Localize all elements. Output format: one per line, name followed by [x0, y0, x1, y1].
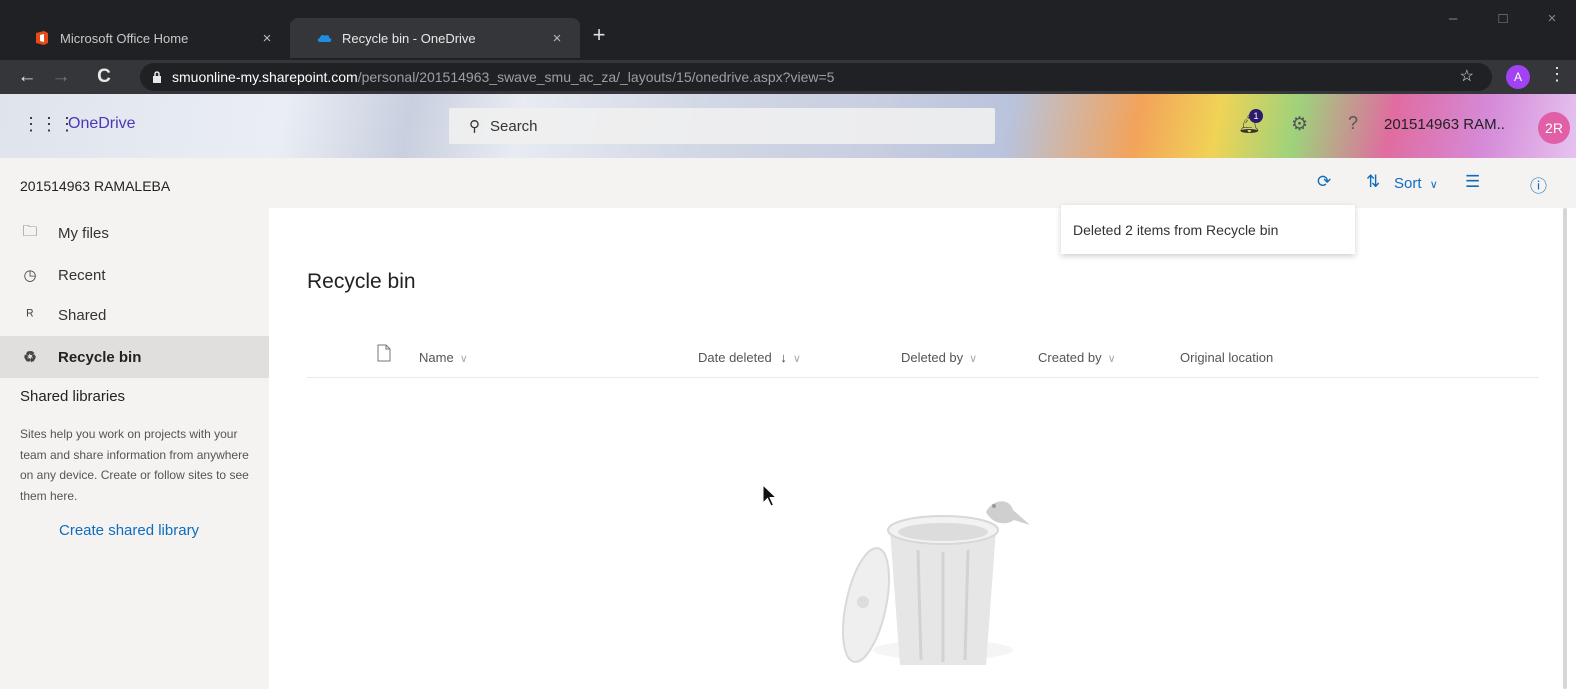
sort-button[interactable]: Sort ∨: [1394, 175, 1438, 192]
search-icon: ⚲: [469, 118, 480, 135]
shared-libraries-description: Sites help you work on projects with you…: [20, 427, 249, 503]
sidebar-item-recycle-bin[interactable]: ♻ Recycle bin: [0, 336, 269, 378]
column-name[interactable]: Name ∨: [419, 350, 468, 365]
help-icon[interactable]: ?: [1348, 113, 1358, 134]
tab-title: Recycle bin - OneDrive: [342, 30, 476, 46]
chevron-down-icon: ∨: [1107, 353, 1116, 365]
close-tab-icon[interactable]: ×: [548, 30, 566, 47]
column-label: Created by: [1038, 350, 1102, 365]
notification-toast: Deleted 2 items from Recycle bin: [1061, 205, 1355, 254]
column-label: Original location: [1180, 350, 1274, 365]
lock-icon: [153, 71, 161, 83]
refresh-icon[interactable]: ⟳: [1317, 172, 1331, 192]
column-created-by[interactable]: Created by ∨: [1038, 350, 1116, 365]
sidebar-item-recent[interactable]: ◷ Recent: [0, 254, 269, 296]
sort-icon[interactable]: ⇅: [1366, 172, 1380, 192]
column-label: Deleted by: [901, 350, 964, 365]
search-placeholder: Search: [490, 117, 538, 135]
browser-tabstrip: Microsoft Office Home × Recycle bin - On…: [0, 0, 1576, 60]
user-avatar[interactable]: 2R: [1538, 112, 1570, 144]
close-window-icon[interactable]: ×: [1542, 10, 1562, 27]
vertical-scrollbar[interactable]: [1563, 208, 1567, 689]
chevron-down-icon: ∨: [969, 353, 978, 365]
search-box[interactable]: ⚲ Search: [449, 108, 995, 144]
sidebar-item-label: Recent: [58, 266, 106, 284]
column-deleted-by[interactable]: Deleted by ∨: [901, 350, 977, 365]
column-original-location[interactable]: Original location: [1180, 350, 1273, 365]
close-tab-icon[interactable]: ×: [258, 30, 276, 47]
browser-toolbar: ← → C smuonline-my.sharepoint.com/person…: [0, 60, 1576, 94]
tab-title: Microsoft Office Home: [60, 30, 189, 46]
info-icon[interactable]: ⓘ: [1530, 172, 1547, 197]
sort-label: Sort: [1394, 175, 1422, 192]
column-date-deleted[interactable]: Date deleted ↓ ∨: [698, 350, 801, 365]
minimize-icon[interactable]: –: [1443, 10, 1463, 27]
column-label: Name: [419, 350, 454, 365]
reload-icon[interactable]: C: [91, 64, 117, 90]
toast-message: Deleted 2 items from Recycle bin: [1073, 221, 1279, 238]
column-header-row: Name ∨ Date deleted ↓ ∨ Deleted by ∨ Create…: [307, 340, 1539, 378]
notification-badge: 1: [1249, 109, 1263, 123]
shared-libraries-heading: Shared libraries: [20, 388, 126, 405]
new-tab-button[interactable]: +: [586, 22, 612, 48]
sidebar-item-my-files[interactable]: 🗀 My files: [0, 212, 269, 254]
left-navigation: 🗀 My files ◷ Recent ᴿ Shared ♻ Recycle b…: [0, 208, 269, 689]
url-host: smuonline-my.sharepoint.com: [172, 69, 358, 85]
sidebar-item-label: Shared: [58, 306, 107, 324]
folder-icon: 🗀: [22, 222, 38, 240]
sidebar-item-shared[interactable]: ᴿ Shared: [0, 294, 269, 336]
url-path: /personal/201514963_swave_smu_ac_za/_lay…: [357, 69, 835, 85]
sidebar-item-label: My files: [58, 224, 109, 242]
clock-icon: ◷: [23, 267, 37, 284]
view-options-icon[interactable]: ☰: [1465, 172, 1480, 192]
onedrive-cloud-icon: [317, 34, 332, 42]
user-name[interactable]: 201514963 RAM..: [1384, 116, 1505, 133]
forward-arrow-icon[interactable]: →: [48, 64, 74, 90]
settings-gear-icon[interactable]: ⚙: [1291, 113, 1308, 136]
tab-recycle-bin[interactable]: Recycle bin - OneDrive ×: [290, 18, 580, 58]
tab-office-home[interactable]: Microsoft Office Home ×: [8, 18, 290, 58]
file-type-icon[interactable]: [377, 344, 391, 362]
browser-profile-avatar[interactable]: A: [1506, 65, 1530, 89]
command-bar: 201514963 RAMALEBA ⟳ ⇅ Sort ∨ ☰ ⓘ: [0, 158, 1576, 208]
create-shared-library-link[interactable]: Create shared library: [59, 522, 199, 539]
page-title: Recycle bin: [307, 270, 416, 293]
office-icon: [36, 31, 48, 45]
browser-menu-icon[interactable]: ⋮: [1548, 64, 1566, 85]
chevron-down-icon: ∨: [459, 353, 468, 365]
sidebar-item-label: Recycle bin: [58, 348, 142, 366]
back-arrow-icon[interactable]: ←: [14, 64, 40, 90]
account-name: 201514963 RAMALEBA: [20, 178, 171, 194]
column-label: Date deleted: [698, 350, 772, 365]
recycle-bin-icon: ♻: [23, 349, 37, 366]
maximize-icon[interactable]: □: [1493, 10, 1513, 27]
chevron-down-icon: ∨: [1429, 179, 1438, 191]
address-bar[interactable]: smuonline-my.sharepoint.com/personal/201…: [140, 63, 1492, 91]
mouse-cursor-icon: [762, 484, 778, 507]
sort-down-arrow-icon: ↓: [780, 350, 787, 365]
onedrive-header: ⋮⋮⋮ OneDrive ⚲ Search 🔔︎ 1 ⚙ ? 201514963…: [0, 94, 1576, 158]
app-name[interactable]: OneDrive: [68, 115, 136, 133]
empty-trash-can-illustration: [842, 501, 1030, 665]
chevron-down-icon: ∨: [792, 353, 801, 365]
people-icon: ᴿ: [26, 306, 34, 324]
bookmark-star-icon[interactable]: ☆: [1460, 66, 1474, 86]
